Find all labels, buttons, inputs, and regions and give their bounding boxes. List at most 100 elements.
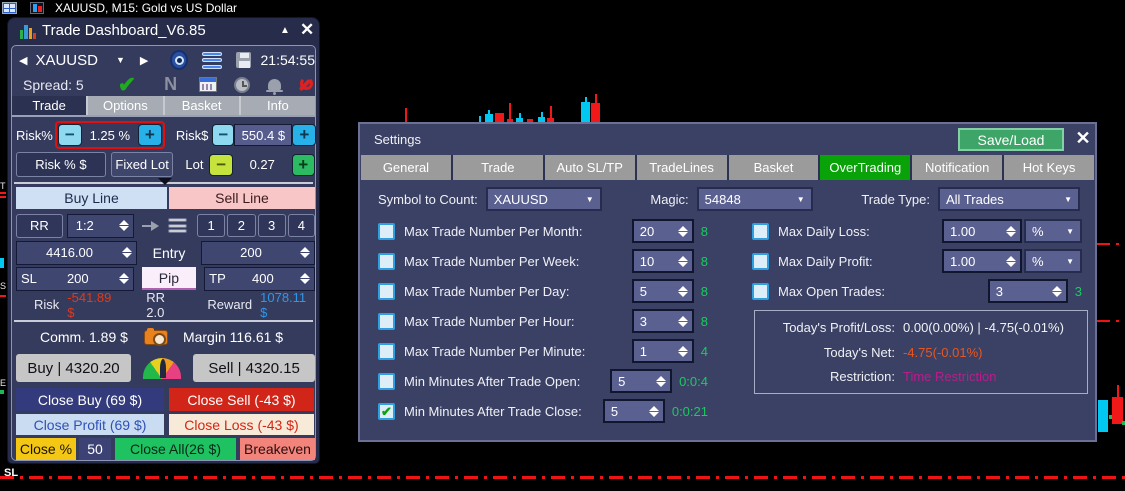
number-input[interactable]: 10 bbox=[631, 249, 694, 273]
calendar-icon[interactable] bbox=[199, 77, 218, 92]
risk-usd-plus-button[interactable]: + bbox=[292, 124, 317, 146]
rr-button[interactable]: RR bbox=[16, 213, 63, 238]
spinner-arrows[interactable] bbox=[677, 345, 688, 357]
spinner-arrows[interactable] bbox=[1051, 285, 1062, 297]
buy-line-tab[interactable]: Buy Line bbox=[16, 187, 167, 209]
spinner-arrows[interactable] bbox=[677, 315, 688, 327]
preset-1-button[interactable]: 1 bbox=[197, 214, 226, 237]
number-input[interactable]: 5 bbox=[602, 399, 665, 423]
entry-pips-spinner[interactable]: 200 bbox=[201, 240, 315, 265]
tab-options[interactable]: Options bbox=[88, 96, 165, 115]
spinner-arrows[interactable] bbox=[648, 405, 659, 417]
spinner-arrows[interactable] bbox=[677, 225, 688, 237]
pin-icon[interactable] bbox=[142, 220, 160, 231]
spinner-arrows[interactable] bbox=[122, 247, 132, 258]
sell-button[interactable]: Sell | 4320.15 bbox=[193, 354, 315, 382]
number-input[interactable]: 20 bbox=[631, 219, 694, 243]
checkbox[interactable] bbox=[378, 252, 395, 270]
tab-trade[interactable]: Trade bbox=[452, 155, 543, 180]
camera-icon[interactable] bbox=[143, 327, 168, 346]
preset-2-button[interactable]: 2 bbox=[227, 214, 256, 237]
tp-spinner[interactable]: TP 400 bbox=[204, 266, 315, 291]
eye-icon[interactable] bbox=[170, 50, 189, 70]
tab-basket[interactable]: Basket bbox=[165, 96, 241, 115]
lines-menu-icon[interactable] bbox=[167, 218, 187, 233]
tab-info[interactable]: Info bbox=[241, 96, 315, 115]
tab-overtrading[interactable]: OverTrading bbox=[820, 155, 911, 180]
trade-type-select[interactable]: All Trades ▼ bbox=[937, 187, 1080, 211]
tab-trade[interactable]: Trade bbox=[12, 96, 89, 115]
save-load-button[interactable]: Save/Load bbox=[958, 128, 1064, 151]
settings-close-icon[interactable]: ✕ bbox=[1072, 126, 1094, 150]
tab-basket[interactable]: Basket bbox=[728, 155, 819, 180]
unit-select[interactable]: % ▼ bbox=[1024, 219, 1082, 243]
preset-4-button[interactable]: 4 bbox=[287, 214, 316, 237]
bell-icon[interactable] bbox=[266, 79, 284, 95]
risk-usd-minus-button[interactable]: − bbox=[212, 124, 235, 146]
spinner-arrows[interactable] bbox=[656, 375, 667, 387]
checkbox[interactable] bbox=[752, 282, 769, 300]
sell-line-tab[interactable]: Sell Line bbox=[169, 187, 315, 209]
spinner-arrows[interactable] bbox=[119, 220, 130, 231]
checkbox[interactable] bbox=[752, 252, 769, 270]
tab-notification[interactable]: Notification bbox=[912, 155, 1003, 180]
magic-select[interactable]: 54848 ▼ bbox=[696, 187, 813, 211]
risk-pct-value[interactable]: 1.25 % bbox=[82, 128, 138, 143]
spinner-arrows[interactable] bbox=[300, 273, 310, 284]
preset-3-button[interactable]: 3 bbox=[257, 214, 286, 237]
tab-tradelines[interactable]: TradeLines bbox=[636, 155, 727, 180]
risk-mode-button[interactable]: Risk % $ bbox=[16, 152, 106, 177]
list-icon[interactable] bbox=[202, 51, 222, 69]
entry-price-spinner[interactable]: 4416.00 bbox=[16, 240, 137, 265]
spinner-arrows[interactable] bbox=[677, 285, 688, 297]
unit-select[interactable]: % ▼ bbox=[1024, 249, 1082, 273]
number-input[interactable]: 1.00 bbox=[942, 249, 1022, 273]
spinner-arrows[interactable] bbox=[1006, 255, 1016, 267]
checkbox[interactable] bbox=[378, 312, 395, 330]
buy-button[interactable]: Buy | 4320.20 bbox=[16, 354, 131, 382]
number-input[interactable]: 5 bbox=[631, 279, 694, 303]
sl-spinner[interactable]: SL 200 bbox=[16, 266, 134, 291]
spinner-arrows[interactable] bbox=[300, 247, 310, 258]
minimize-icon[interactable]: ▲ bbox=[280, 25, 290, 36]
number-input[interactable]: 3 bbox=[631, 309, 694, 333]
tab-hot-keys[interactable]: Hot Keys bbox=[1004, 155, 1094, 180]
checkbox[interactable] bbox=[378, 222, 395, 240]
tab-auto-sltp[interactable]: Auto SL/TP bbox=[544, 155, 635, 180]
close-all-button[interactable]: Close All(26 $) bbox=[115, 438, 236, 460]
close-icon[interactable]: ✕ bbox=[300, 20, 314, 40]
close-buy-button[interactable]: Close Buy (69 $) bbox=[16, 388, 164, 411]
rr-spinner[interactable]: 1:2 bbox=[66, 213, 135, 238]
risk-pct-minus-button[interactable]: − bbox=[57, 124, 82, 146]
checkbox[interactable] bbox=[378, 282, 395, 300]
close-profit-button[interactable]: Close Profit (69 $) bbox=[16, 414, 164, 435]
close-pct-input[interactable]: 50 bbox=[79, 438, 111, 460]
fixed-lot-button[interactable]: Fixed Lot bbox=[110, 152, 174, 177]
symbol-dropdown-icon[interactable]: ▼ bbox=[116, 55, 125, 65]
close-loss-button[interactable]: Close Loss (-43 $) bbox=[169, 414, 314, 435]
close-pct-button[interactable]: Close % bbox=[16, 438, 76, 460]
checkbox[interactable] bbox=[378, 342, 395, 360]
close-sell-button[interactable]: Close Sell (-43 $) bbox=[169, 388, 314, 411]
number-input[interactable]: 3 bbox=[987, 279, 1068, 303]
next-symbol-icon[interactable]: ▶ bbox=[140, 54, 148, 67]
check-icon[interactable]: ✔ bbox=[118, 73, 136, 96]
sl-trade-line[interactable] bbox=[0, 476, 1125, 479]
checkbox[interactable] bbox=[752, 222, 769, 240]
lot-minus-button[interactable]: − bbox=[209, 153, 233, 176]
lot-value[interactable]: 0.27 bbox=[233, 157, 292, 172]
spinner-arrows[interactable] bbox=[118, 273, 129, 284]
tab-general[interactable]: General bbox=[361, 155, 451, 180]
risk-usd-value[interactable]: 550.4 $ bbox=[234, 124, 293, 146]
checkbox[interactable] bbox=[378, 372, 395, 390]
prev-symbol-icon[interactable]: ◀ bbox=[19, 54, 27, 67]
breakeven-button[interactable]: Breakeven bbox=[240, 438, 315, 460]
pip-button[interactable]: Pip bbox=[141, 267, 197, 290]
spinner-arrows[interactable] bbox=[677, 255, 688, 267]
checkbox[interactable]: ✔ bbox=[378, 402, 395, 420]
number-input[interactable]: 1 bbox=[631, 339, 694, 363]
risk-pct-plus-button[interactable]: + bbox=[137, 124, 162, 146]
save-icon[interactable] bbox=[235, 52, 251, 68]
wrench-icon[interactable] bbox=[297, 76, 314, 93]
lot-plus-button[interactable]: + bbox=[291, 153, 316, 176]
